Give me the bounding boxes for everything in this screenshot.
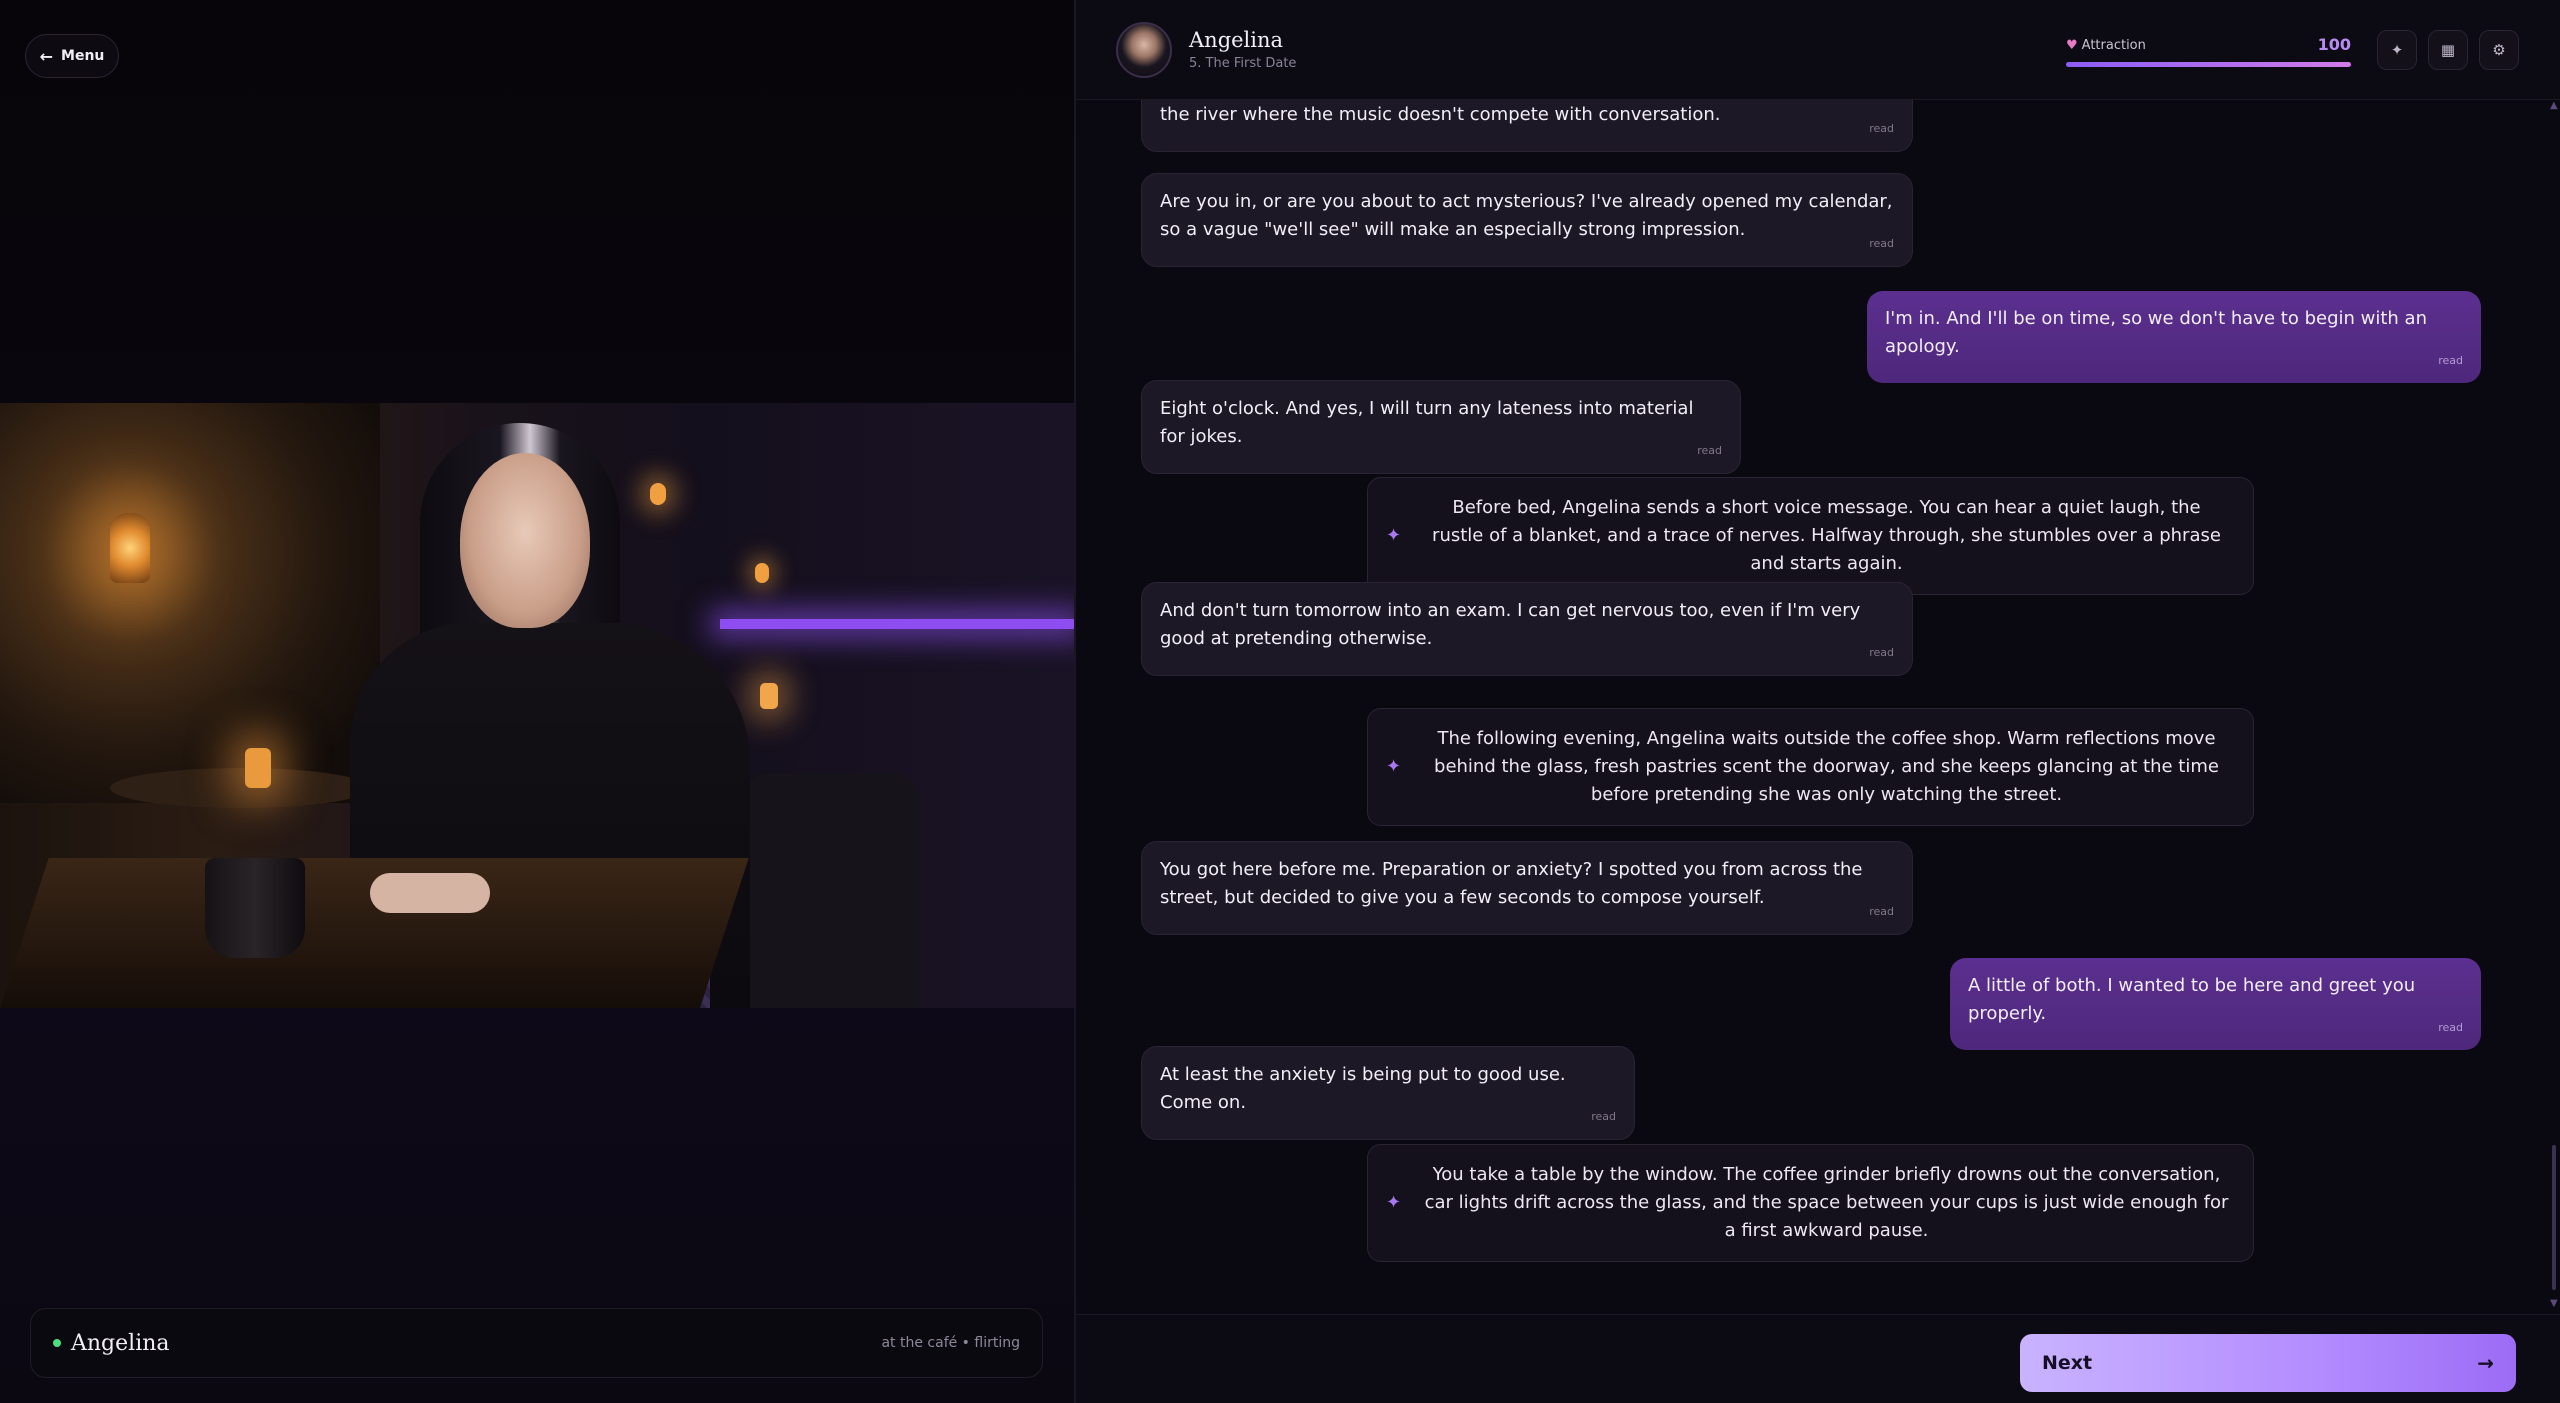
menu-button[interactable]: ← Menu <box>25 34 119 78</box>
sparkle-icon: ✦ <box>2390 41 2404 59</box>
scroll-down-icon[interactable]: ▼ <box>2550 1298 2558 1309</box>
scene-panel: ← Menu Angelina at the café • flirting <box>0 0 1074 1403</box>
gallery-button[interactable]: ▦ <box>2428 30 2468 70</box>
message-bubble-them: Are you in, or are you about to act myst… <box>1141 173 1913 267</box>
chat-panel: Angelina 5. The First Date ♥ Attraction 1… <box>1076 0 2560 1403</box>
read-status: read <box>1869 237 1894 250</box>
scrollbar-thumb[interactable] <box>2552 1145 2556 1290</box>
chapter-title: 5. The First Date <box>1189 56 1297 71</box>
arrow-right-icon: → <box>2477 1351 2494 1375</box>
sparkle-icon: ✦ <box>1386 1192 1402 1213</box>
attraction-value: 100 <box>2317 35 2351 54</box>
read-status: read <box>1869 646 1894 659</box>
character-location: at the café • flirting <box>881 1335 1020 1351</box>
settings-icon: ⚙ <box>2492 41 2506 59</box>
read-status: read <box>2438 354 2463 367</box>
character-name: Angelina <box>71 1330 170 1356</box>
message-bubble-me: I'm in. And I'll be on time, so we don't… <box>1867 291 2481 383</box>
read-status: read <box>1591 1110 1616 1123</box>
read-status: read <box>1869 122 1894 135</box>
message-bubble-them: And don't turn tomorrow into an exam. I … <box>1141 582 1913 676</box>
message-bubble-me: A little of both. I wanted to be here an… <box>1950 958 2481 1050</box>
attraction-progress-bar <box>2066 62 2351 67</box>
next-button[interactable]: Next → <box>2020 1334 2516 1392</box>
sparkle-icon: ✦ <box>1386 525 1402 546</box>
message-bubble-them: At least the anxiety is being put to goo… <box>1141 1046 1635 1140</box>
chat-footer: Next → <box>1076 1314 2560 1403</box>
narration-card: ✦ The following evening, Angelina waits … <box>1367 708 2254 826</box>
menu-label: Menu <box>61 48 105 64</box>
chat-header: Angelina 5. The First Date ♥ Attraction 1… <box>1076 0 2560 100</box>
message-list[interactable]: the river where the music doesn't compet… <box>1076 100 2560 1314</box>
narration-card: ✦ You take a table by the window. The co… <box>1367 1144 2254 1262</box>
scene-image <box>0 403 1074 1008</box>
grid-icon: ▦ <box>2440 41 2456 59</box>
arrow-left-icon: ← <box>39 46 54 66</box>
read-status: read <box>1697 444 1722 457</box>
sparkle-icon: ✦ <box>1386 756 1402 777</box>
read-status: read <box>2438 1021 2463 1034</box>
message-bubble-them: the river where the music doesn't compet… <box>1141 100 1913 152</box>
attraction-label: ♥ Attraction <box>2066 38 2146 53</box>
message-bubble-them: Eight o'clock. And yes, I will turn any … <box>1141 380 1741 474</box>
sparkle-button[interactable]: ✦ <box>2377 30 2417 70</box>
avatar[interactable] <box>1116 22 1172 78</box>
attraction-progress-fill <box>2066 62 2351 67</box>
header-character-name: Angelina <box>1189 28 1284 52</box>
next-label: Next <box>2042 1352 2093 1374</box>
scroll-up-icon[interactable]: ▲ <box>2550 100 2558 111</box>
message-bubble-them: You got here before me. Preparation or a… <box>1141 841 1913 935</box>
online-status-dot <box>53 1339 61 1347</box>
narration-card: ✦ Before bed, Angelina sends a short voi… <box>1367 477 2254 595</box>
character-card: Angelina at the café • flirting <box>30 1308 1043 1378</box>
heart-icon: ♥ <box>2066 38 2078 53</box>
settings-button[interactable]: ⚙ <box>2479 30 2519 70</box>
read-status: read <box>1869 905 1894 918</box>
